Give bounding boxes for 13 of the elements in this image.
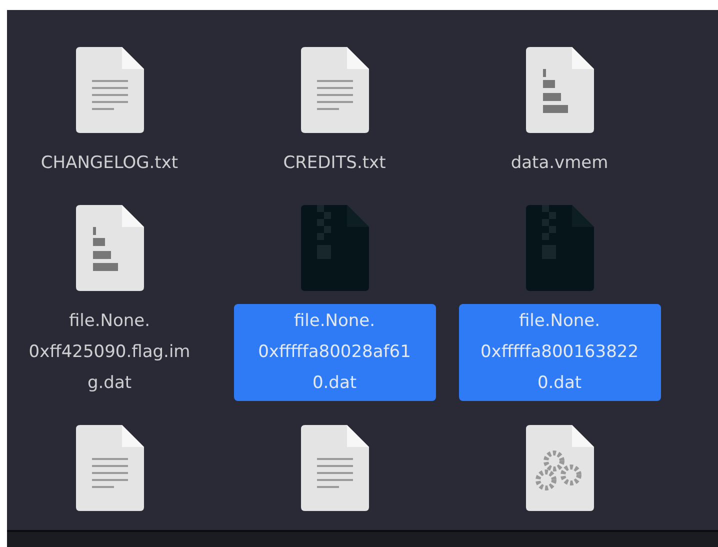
archive-file-icon	[526, 205, 594, 291]
file-name[interactable]: CHANGELOG.txt	[36, 146, 182, 181]
file-name[interactable]: data.vmem	[506, 146, 612, 181]
archive-file-icon	[300, 205, 368, 291]
file-name[interactable]: file.None. 0xff425090.flag.im g.dat	[24, 304, 194, 401]
text-file-icon	[300, 425, 368, 511]
binary-file-icon	[526, 47, 594, 133]
file-name[interactable]: CREDITS.txt	[279, 146, 390, 181]
binary-file-icon	[76, 205, 144, 291]
text-file-icon	[76, 425, 144, 511]
text-file-icon	[300, 47, 368, 133]
text-file-icon	[76, 47, 144, 133]
gear-file-icon	[526, 425, 594, 511]
